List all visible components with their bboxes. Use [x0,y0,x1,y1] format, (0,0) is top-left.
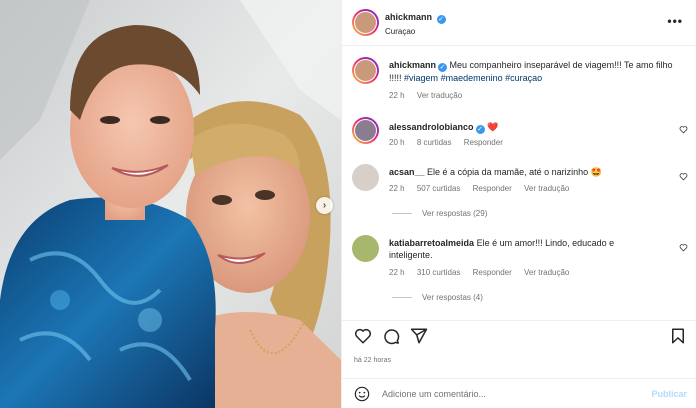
add-comment-bar: Adicione um comentário... Publicar [342,378,696,408]
caption-avatar[interactable] [352,57,379,84]
chevron-right-icon: › [322,200,327,211]
comment-text: Ele é a cópia da mamãe, até o narizinho … [427,167,602,177]
save-icon[interactable] [669,327,687,345]
comment-username[interactable]: katiabarretoalmeida [389,238,474,248]
comment-likes[interactable]: 8 curtidas [417,138,452,147]
photo-illustration [0,0,341,408]
caption: ahickmann ✓ Meu companheiro inseparável d… [342,57,696,102]
publish-button[interactable]: Publicar [651,389,687,399]
heart-icon[interactable] [679,125,688,134]
comment-avatar[interactable] [352,117,379,144]
caption-time: 22 h [389,91,405,100]
post-details-panel: ahickmann ✓ Curaçao ••• ahickmann ✓ Meu c… [341,0,696,408]
post-location[interactable]: Curaçao [385,27,415,36]
instagram-post: › ahickmann ✓ Curaçao ••• ahickmann ✓ Meu… [0,0,696,408]
comment: katiabarretoalmeida Ele é um amor!!! Lin… [342,235,696,305]
comment: alessandrolobianco ✓ ❤️ 20 h 8 curtidas R… [342,117,696,152]
comment-reply-button[interactable]: Responder [473,268,512,277]
next-photo-button[interactable]: › [316,197,333,214]
post-time: há 22 horas [354,357,391,364]
post-header: ahickmann ✓ Curaçao ••• [342,0,696,46]
verified-icon: ✓ [436,15,446,24]
view-replies-label: Ver respostas (29) [422,209,488,218]
add-comment-input[interactable]: Adicione um comentário... [382,389,486,399]
comment-username[interactable]: acsan__ [389,167,425,177]
share-icon[interactable] [410,327,428,345]
view-replies-button[interactable]: Ver respostas (29) [392,209,487,218]
more-icon[interactable]: ••• [667,14,683,28]
verified-icon: ✓ [475,125,485,134]
comment-translate[interactable]: Ver tradução [524,268,569,277]
heart-icon[interactable] [679,172,688,181]
caption-translate[interactable]: Ver tradução [417,91,462,100]
hashtag-viagem[interactable]: #viagem [404,73,438,83]
comment-reply-button[interactable]: Responder [464,138,503,147]
comment-avatar[interactable] [352,164,379,191]
comment-reply-button[interactable]: Responder [473,184,512,193]
comment-time: 22 h [389,268,405,277]
comment-time: 20 h [389,138,405,147]
hashtag-curacao[interactable]: #curaçao [505,73,542,83]
verified-icon: ✓ [438,63,448,72]
emoji-icon[interactable] [354,386,370,402]
caption-username[interactable]: ahickmann [389,60,436,70]
post-actions [342,320,696,350]
heart-icon[interactable] [679,243,688,252]
comment-likes[interactable]: 310 curtidas [417,268,461,277]
author-username[interactable]: ahickmann [385,12,432,22]
comment-translate[interactable]: Ver tradução [524,184,569,193]
comment-icon[interactable] [382,327,400,345]
comment-username[interactable]: alessandrolobianco [389,122,474,132]
post-photo[interactable]: › [0,0,341,408]
comment-avatar[interactable] [352,235,379,262]
heart-icon[interactable] [354,327,372,345]
view-replies-button[interactable]: Ver respostas (4) [392,293,483,302]
comment-likes[interactable]: 507 curtidas [417,184,461,193]
view-replies-label: Ver respostas (4) [422,293,483,302]
comment-text: ❤️ [487,122,499,132]
comment: acsan__ Ele é a cópia da mamãe, até o na… [342,164,696,224]
hashtag-maedemenino[interactable]: #maedemenino [441,73,503,83]
comment-time: 22 h [389,184,405,193]
author-avatar[interactable] [352,9,379,36]
